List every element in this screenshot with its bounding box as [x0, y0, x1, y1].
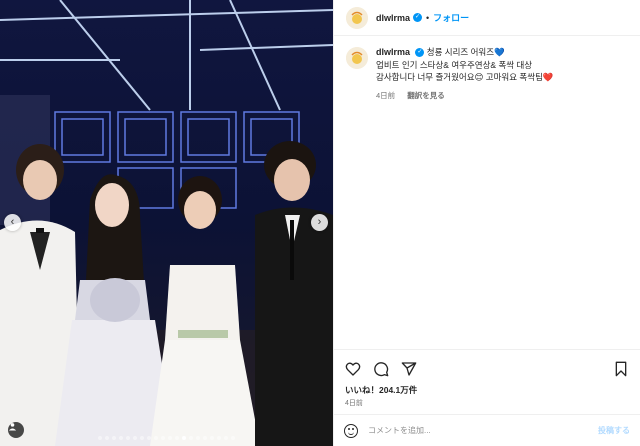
carousel-dot [203, 436, 207, 440]
carousel-indicator [0, 436, 333, 440]
comment-input[interactable] [368, 426, 598, 435]
caption-line: 청룡 시리즈 어워즈💙 [426, 47, 505, 57]
like-button[interactable] [344, 360, 362, 378]
carousel-prev-button[interactable]: ‹ [4, 214, 21, 231]
chevron-left-icon: ‹ [10, 216, 15, 228]
carousel-dot [133, 436, 137, 440]
avatar-image [346, 47, 368, 69]
carousel-dot [112, 436, 116, 440]
caption-time: 4日前 [376, 90, 396, 100]
avatar[interactable] [346, 6, 368, 29]
verified-icon: ✓ [415, 48, 425, 58]
post-caption: dlwlrma ✓ 청룡 시리즈 어워즈💙 업비트 인기 스타상& 여우주연상&… [334, 36, 640, 102]
share-icon [401, 361, 417, 376]
heart-icon [345, 362, 361, 376]
carousel-dot [105, 436, 109, 440]
post-date[interactable]: 4日前 [345, 398, 363, 408]
save-button[interactable] [612, 360, 630, 378]
caption-meta: 4日前 翻訳を見る [376, 90, 553, 103]
likes-count[interactable]: いいね！204.1万件 [345, 384, 417, 396]
comment-bar: 投稿する [334, 414, 640, 446]
action-bar [334, 349, 640, 387]
translate-link[interactable]: 翻訳を見る [407, 91, 445, 100]
post-comment-button[interactable]: 投稿する [598, 425, 630, 436]
carousel-dot [175, 436, 179, 440]
bookmark-icon [615, 361, 627, 376]
carousel-next-button[interactable]: › [311, 214, 328, 231]
carousel-dot [217, 436, 221, 440]
carousel-dot [126, 436, 130, 440]
post-photo [0, 0, 333, 446]
verified-icon: ✓ [413, 13, 423, 22]
chevron-right-icon: › [317, 216, 322, 228]
carousel-dot [231, 436, 235, 440]
share-button[interactable] [400, 360, 418, 378]
carousel-dot [119, 436, 123, 440]
caption-body: dlwlrma ✓ 청룡 시리즈 어워즈💙 업비트 인기 스타상& 여우주연상&… [376, 46, 553, 102]
carousel-dot [154, 436, 158, 440]
caption-username[interactable]: dlwlrma [376, 47, 410, 57]
carousel-dot [182, 436, 186, 440]
post-media[interactable]: ‹ › [0, 0, 333, 446]
carousel-dot [140, 436, 144, 440]
carousel-dot [98, 436, 102, 440]
emoji-icon[interactable] [344, 423, 358, 438]
carousel-dot [210, 436, 214, 440]
separator: • [426, 12, 430, 23]
carousel-dot [161, 436, 165, 440]
carousel-dot [224, 436, 228, 440]
caption-line: 업비트 인기 스타상& 여우주연상& 폭싹 대상 [376, 59, 533, 70]
post-side-panel: dlwlrma ✓ • フォロー dlwlrma ✓ 청룡 시리즈 어워즈💙 업… [333, 0, 640, 446]
caption-line: 감사합니다 너무 즐거웠어요😊 고마워요 폭싹팀❤️ [376, 72, 554, 82]
post-header: dlwlrma ✓ • フォロー [334, 0, 640, 36]
comment-icon [374, 361, 389, 376]
caption-avatar[interactable] [346, 47, 368, 69]
carousel-dot [189, 436, 193, 440]
person-tag-icon [8, 423, 17, 431]
carousel-dot [168, 436, 172, 440]
carousel-dot [196, 436, 200, 440]
follow-button[interactable]: フォロー [433, 11, 469, 24]
avatar-image [346, 6, 368, 29]
comment-button[interactable] [372, 360, 390, 378]
username-link[interactable]: dlwlrma [376, 13, 410, 23]
carousel-dot [147, 436, 151, 440]
